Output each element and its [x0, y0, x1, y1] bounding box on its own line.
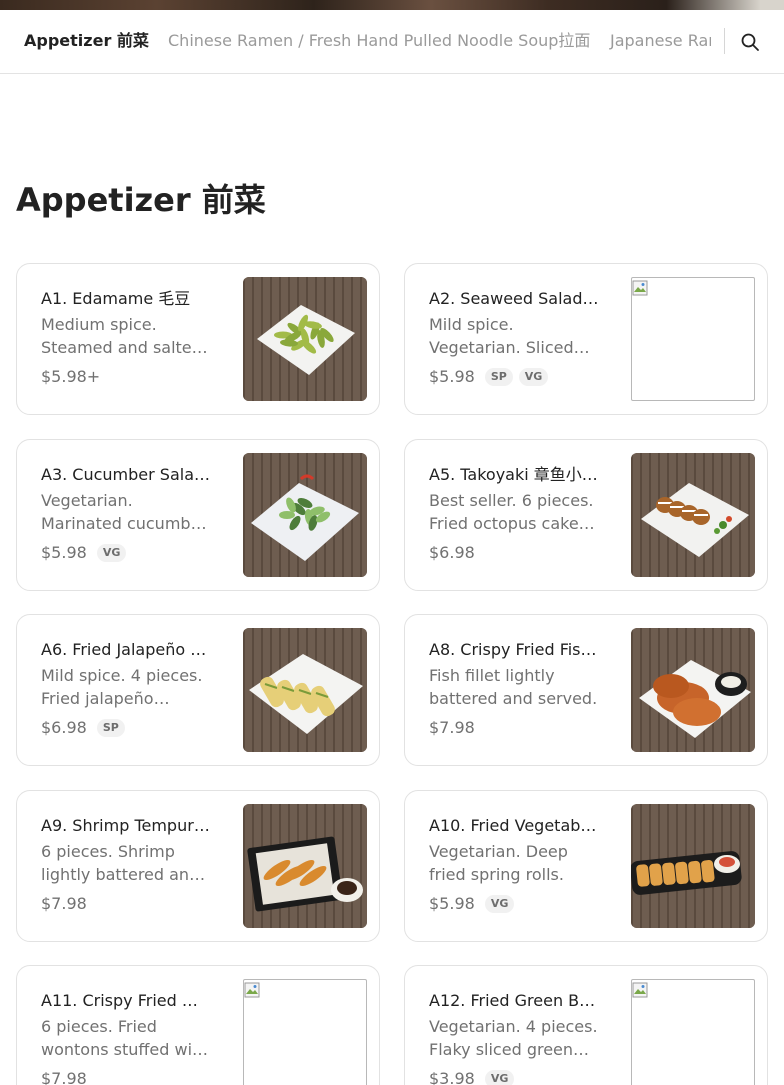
menu-item-description: Vegetarian. 4 pieces. Flaky sliced green… — [429, 1017, 598, 1059]
food-image — [243, 453, 367, 577]
menu-item-name: A2. Seaweed Salad 海藻沙拉 — [429, 289, 599, 308]
vegetarian-badge: VG — [96, 544, 127, 562]
menu-item-image — [631, 979, 755, 1085]
menu-item-description: Fish fillet lightly battered and served. — [429, 666, 598, 708]
vegetarian-badge: VG — [484, 1070, 515, 1085]
menu-item-image — [631, 628, 755, 752]
category-nav: Appetizer 前菜 Chinese Ramen / Fresh Hand … — [0, 10, 784, 74]
menu-item-card[interactable]: A1. Edamame 毛豆 Medium spice. Steamed and … — [16, 263, 380, 415]
search-icon — [741, 33, 759, 51]
menu-item-image — [243, 277, 367, 401]
menu-item-price: $3.98 — [429, 1069, 475, 1085]
menu-item-name: A12. Fried Green Beans — [429, 991, 599, 1010]
food-image — [243, 277, 367, 401]
menu-item-description: Vegetarian. Marinated cucumber salad. — [41, 491, 207, 533]
menu-item-card[interactable]: A5. Takoyaki 章鱼小丸子 Best seller. 6 pieces.… — [404, 439, 768, 591]
menu-item-card[interactable]: A12. Fried Green Beans Vegetarian. 4 piec… — [404, 965, 768, 1085]
menu-item-description: Best seller. 6 pieces. Fried octopus cak… — [429, 491, 594, 533]
menu-item-card[interactable]: A8. Crispy Fried Fish Fillet Fish fillet … — [404, 614, 768, 766]
section-title: Appetizer 前菜 — [16, 181, 266, 219]
menu-item-image — [243, 979, 367, 1085]
menu-item-description: 6 pieces. Shrimp lightly battered and fr… — [41, 842, 200, 884]
menu-item-image — [243, 628, 367, 752]
menu-item-price: $7.98 — [429, 718, 475, 737]
broken-image-icon — [632, 982, 648, 998]
search-button[interactable] — [736, 28, 764, 56]
menu-item-price: $7.98 — [41, 894, 87, 913]
menu-item-name: A1. Edamame 毛豆 — [41, 289, 191, 308]
menu-item-price: $6.98 — [429, 543, 475, 562]
broken-image-icon — [244, 982, 260, 998]
food-image — [243, 628, 367, 752]
menu-item-card[interactable]: A6. Fried Jalapeño Poppers Mild spice. 4 … — [16, 614, 380, 766]
menu-item-name: A6. Fried Jalapeño Poppers — [41, 640, 211, 659]
menu-item-description: Medium spice. Steamed and salted soybean… — [41, 315, 202, 357]
price-row: $7.98 — [41, 1068, 91, 1085]
price-row: $5.98+ — [41, 366, 104, 388]
menu-item-card[interactable]: A10. Fried Vegetable Spring Rolls Vegetar… — [404, 790, 768, 942]
menu-item-image — [631, 277, 755, 401]
tab-chinese-ramen[interactable]: Chinese Ramen / Fresh Hand Pulled Noodle… — [168, 30, 590, 52]
menu-item-name: A8. Crispy Fried Fish Fillet — [429, 640, 599, 659]
menu-item-description: Mild spice. Vegetarian. Sliced seaweed s… — [429, 315, 574, 357]
menu-item-image — [631, 804, 755, 928]
price-row: $7.98 — [41, 893, 91, 915]
price-row: $5.98 SP VG — [429, 366, 549, 388]
category-tabs: Appetizer 前菜 Chinese Ramen / Fresh Hand … — [0, 10, 711, 73]
spicy-badge: SP — [484, 368, 513, 386]
menu-item-description: Vegetarian. Deep fried spring rolls. — [429, 842, 568, 884]
hero-image-strip — [0, 0, 784, 10]
price-row: $7.98 — [429, 717, 479, 739]
spicy-badge: SP — [96, 719, 125, 737]
price-row: $6.98 — [429, 542, 479, 564]
vegetarian-badge: VG — [518, 368, 549, 386]
price-row: $5.98 VG — [41, 542, 127, 564]
price-row: $5.98 VG — [429, 893, 515, 915]
price-row: $6.98 SP — [41, 717, 125, 739]
tab-appetizer[interactable]: Appetizer 前菜 — [24, 30, 149, 52]
menu-item-description: 6 pieces. Fried wontons stuffed with fil… — [41, 1017, 209, 1059]
food-image — [631, 628, 755, 752]
menu-item-image — [243, 804, 367, 928]
menu-item-price: $5.98 — [429, 367, 475, 386]
menu-item-image — [243, 453, 367, 577]
menu-item-price: $5.98+ — [41, 367, 101, 386]
menu-item-name: A10. Fried Vegetable Spring Rolls — [429, 816, 599, 835]
menu-item-name: A5. Takoyaki 章鱼小丸子 — [429, 465, 599, 484]
menu-item-description: Mild spice. 4 pieces. Fried jalapeño pep… — [41, 666, 203, 708]
menu-item-card[interactable]: A11. Crispy Fried Wontons 6 pieces. Fried… — [16, 965, 380, 1085]
food-image — [631, 453, 755, 577]
menu-item-card[interactable]: A9. Shrimp Tempura 天妇罗虾 6 pieces. Shrimp … — [16, 790, 380, 942]
menu-item-price: $7.98 — [41, 1069, 87, 1085]
price-row: $3.98 VG — [429, 1068, 515, 1085]
vegetarian-badge: VG — [484, 895, 515, 913]
menu-item-name: A9. Shrimp Tempura 天妇罗虾 — [41, 816, 211, 835]
menu-item-image — [631, 453, 755, 577]
broken-image-icon — [632, 280, 648, 296]
menu-item-price: $5.98 — [429, 894, 475, 913]
food-image — [631, 804, 755, 928]
nav-divider — [724, 28, 725, 54]
tab-japanese-ramen[interactable]: Japanese Ramen — [610, 30, 711, 52]
menu-item-price: $6.98 — [41, 718, 87, 737]
menu-item-name: A3. Cucumber Salad 拌黄瓜 — [41, 465, 211, 484]
menu-item-card[interactable]: A3. Cucumber Salad 拌黄瓜 Vegetarian. Marina… — [16, 439, 380, 591]
menu-item-name: A11. Crispy Fried Wontons — [41, 991, 211, 1010]
food-image — [243, 804, 367, 928]
menu-item-price: $5.98 — [41, 543, 87, 562]
menu-item-card[interactable]: A2. Seaweed Salad 海藻沙拉 Mild spice. Vegeta… — [404, 263, 768, 415]
